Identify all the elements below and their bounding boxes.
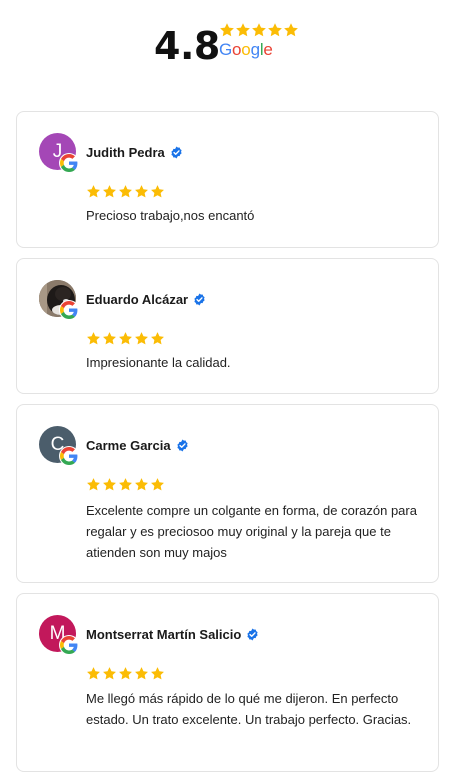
google-g-icon bbox=[59, 635, 79, 655]
star-icon bbox=[219, 22, 235, 38]
review-stars bbox=[86, 331, 165, 346]
rating-summary: 4.8 Google bbox=[0, 0, 451, 100]
star-icon bbox=[102, 477, 117, 492]
reviewer-name: Eduardo Alcázar bbox=[86, 291, 189, 307]
star-icon bbox=[134, 331, 149, 346]
review-card: J Judith Pedra Precioso trabajo,nos enca… bbox=[16, 111, 439, 248]
star-icon bbox=[86, 666, 101, 681]
star-icon bbox=[150, 477, 165, 492]
star-icon bbox=[102, 184, 117, 199]
review-stars bbox=[86, 477, 165, 492]
google-g-icon bbox=[59, 446, 79, 466]
star-icon bbox=[134, 184, 149, 199]
review-card: C Carme Garcia Excelente compre un colga… bbox=[16, 404, 439, 583]
verified-check-icon bbox=[193, 293, 206, 306]
overall-rating: 4.8 bbox=[154, 24, 220, 68]
star-icon bbox=[134, 666, 149, 681]
overall-stars bbox=[219, 22, 299, 40]
star-icon bbox=[150, 331, 165, 346]
star-icon bbox=[118, 331, 133, 346]
star-icon bbox=[283, 22, 299, 38]
google-g-icon bbox=[59, 153, 79, 173]
star-icon bbox=[86, 477, 101, 492]
star-icon bbox=[102, 666, 117, 681]
star-icon bbox=[118, 666, 133, 681]
review-card: Eduardo Alcázar Impresionante la calidad… bbox=[16, 258, 439, 394]
star-icon bbox=[235, 22, 251, 38]
star-icon bbox=[118, 184, 133, 199]
google-logo: Google bbox=[219, 40, 273, 59]
star-icon bbox=[102, 331, 117, 346]
reviewer-name: Montserrat Martín Salicio bbox=[86, 626, 242, 642]
verified-check-icon bbox=[176, 439, 189, 452]
review-text: Precioso trabajo,nos encantó bbox=[86, 208, 255, 223]
review-stars bbox=[86, 666, 165, 681]
review-card: M Montserrat Martín Salicio Me llegó más… bbox=[16, 593, 439, 772]
google-g-icon bbox=[59, 300, 79, 320]
star-icon bbox=[134, 477, 149, 492]
review-text: Impresionante la calidad. bbox=[86, 355, 231, 370]
star-icon bbox=[86, 184, 101, 199]
review-text: Me llegó más rápido de lo qué me dijeron… bbox=[86, 691, 412, 727]
review-stars bbox=[86, 184, 165, 199]
star-icon bbox=[150, 666, 165, 681]
review-text: Excelente compre un colgante en forma, d… bbox=[86, 503, 417, 560]
star-icon bbox=[118, 477, 133, 492]
star-icon bbox=[267, 22, 283, 38]
reviewer-name: Judith Pedra bbox=[86, 144, 165, 160]
star-icon bbox=[86, 331, 101, 346]
star-icon bbox=[150, 184, 165, 199]
star-icon bbox=[251, 22, 267, 38]
reviewer-name: Carme Garcia bbox=[86, 437, 171, 453]
verified-check-icon bbox=[170, 146, 183, 159]
verified-check-icon bbox=[246, 628, 259, 641]
